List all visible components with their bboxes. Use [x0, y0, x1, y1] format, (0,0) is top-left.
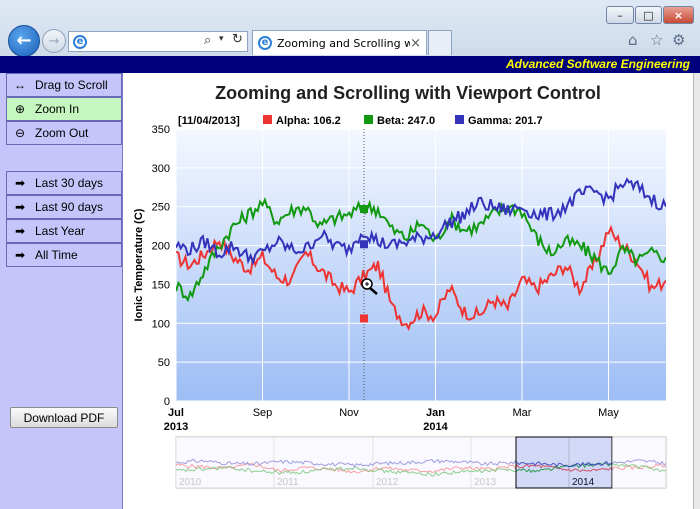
chart-panel — [123, 73, 693, 509]
drag-to-scroll-label: Drag to Scroll — [35, 78, 108, 92]
drag-to-scroll-button[interactable]: ↔ Drag to Scroll — [6, 73, 122, 97]
search-icon[interactable]: ⌕ — [204, 33, 211, 48]
tab-close-icon[interactable]: × — [410, 36, 421, 51]
chart-title: Zooming and Scrolling with Viewport Cont… — [215, 83, 601, 103]
sidebar: ↔ Drag to Scroll ⊕ Zoom In ⊖ Zoom Out ➡ … — [0, 73, 123, 509]
last-30-days-button[interactable]: ➡ Last 30 days — [6, 171, 122, 195]
company-banner: Advanced Software Engineering — [0, 56, 700, 73]
dropdown-icon[interactable]: ▾ — [219, 34, 224, 44]
home-icon[interactable]: ⌂ — [628, 31, 638, 49]
zoom-in-button[interactable]: ⊕ Zoom In — [6, 97, 122, 121]
arrow-right-icon: ➡ — [14, 224, 26, 238]
zoom-out-icon: ⊖ — [14, 126, 26, 140]
maximize-button[interactable]: □ — [635, 6, 662, 24]
all-time-button[interactable]: ➡ All Time — [6, 243, 122, 267]
browser-tab[interactable]: e Zooming and Scrolling wit... × — [252, 30, 427, 55]
settings-gear-icon[interactable]: ⚙ — [672, 31, 685, 49]
refresh-icon[interactable]: ↻ — [232, 32, 243, 47]
last-30-days-label: Last 30 days — [35, 176, 104, 190]
ie-page-icon: e — [73, 35, 87, 49]
ie-tab-icon: e — [258, 36, 272, 50]
new-tab-button[interactable] — [428, 30, 452, 55]
download-pdf-button[interactable]: Download PDF — [10, 407, 118, 428]
forward-button[interactable]: → — [42, 29, 66, 53]
arrow-right-icon: ➡ — [14, 248, 26, 262]
last-year-label: Last Year — [35, 224, 86, 238]
zoom-in-icon: ⊕ — [14, 102, 26, 116]
last-year-button[interactable]: ➡ Last Year — [6, 219, 122, 243]
last-90-days-label: Last 90 days — [35, 200, 104, 214]
zoom-out-button[interactable]: ⊖ Zoom Out — [6, 121, 122, 145]
browser-toolbar: ← → e ⌕ ▾ ↻ e Zooming and Scrolling wit.… — [0, 0, 700, 57]
last-90-days-button[interactable]: ➡ Last 90 days — [6, 195, 122, 219]
tab-title: Zooming and Scrolling wit... — [277, 36, 411, 50]
back-arrow-icon: ← — [16, 30, 32, 51]
favorites-star-icon[interactable]: ☆ — [650, 31, 663, 49]
zoom-out-label: Zoom Out — [35, 126, 89, 140]
close-button[interactable]: × — [663, 6, 694, 24]
drag-arrows-icon: ↔ — [14, 78, 26, 92]
vertical-scrollbar[interactable] — [693, 73, 700, 509]
address-bar[interactable]: e ⌕ ▾ ↻ — [68, 31, 248, 52]
all-time-label: All Time — [35, 248, 78, 262]
forward-arrow-icon: → — [48, 33, 60, 49]
zoom-in-label: Zoom In — [35, 102, 80, 116]
back-button[interactable]: ← — [8, 25, 40, 57]
minimize-button[interactable]: – — [606, 6, 634, 24]
arrow-right-icon: ➡ — [14, 200, 26, 214]
arrow-right-icon: ➡ — [14, 176, 26, 190]
